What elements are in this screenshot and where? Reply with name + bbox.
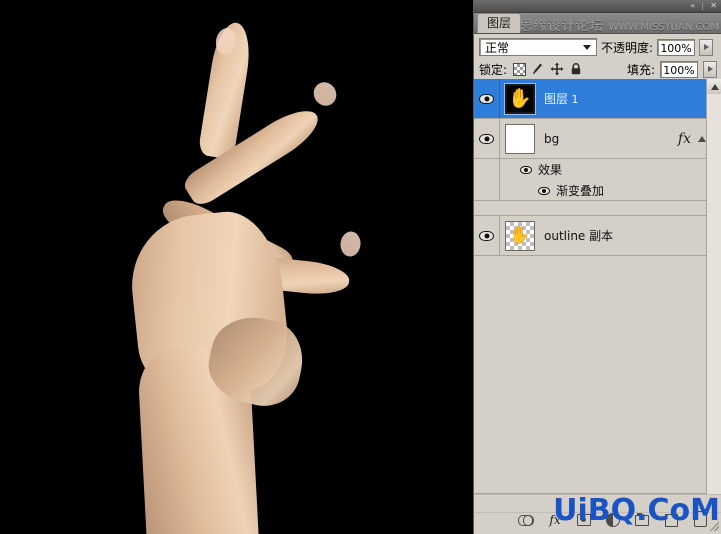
forum-watermark: 思缘设计论坛 WWW.MISSYUAN.COM [519, 15, 719, 34]
layer-visibility-toggle[interactable] [474, 216, 500, 255]
layer-name[interactable]: 图层 1 [544, 90, 579, 107]
lock-image-pixels-icon[interactable] [531, 62, 545, 76]
toolbar-icon-group: fx [518, 510, 708, 528]
layer-thumbnail[interactable]: ✋ [504, 82, 536, 115]
layer-visibility-toggle[interactable] [474, 79, 500, 118]
layer-effects-row[interactable]: 效果 [474, 159, 721, 180]
layer-list[interactable]: ✋ 图层 1 bg fx 效果 渐变叠加 ✋ outline 副本 [474, 79, 721, 494]
layers-panel-toolbar: fx UiBQ.CoM [474, 494, 721, 534]
opacity-input[interactable]: 100% [657, 38, 696, 56]
layer-thumbnail[interactable] [505, 123, 535, 154]
blend-mode-value: 正常 [485, 40, 510, 55]
eye-icon [479, 133, 494, 144]
blend-mode-select[interactable]: 正常 [479, 38, 597, 56]
layer-visibility-toggle[interactable] [474, 119, 500, 158]
eye-icon[interactable] [538, 186, 550, 195]
layer-name-text: bg [544, 131, 560, 146]
watermark-url-text: WWW.MISSYUAN.COM [608, 22, 719, 33]
tab-layers[interactable]: 图层 [477, 13, 522, 33]
chevron-down-icon [583, 45, 591, 50]
layer-row[interactable]: ✋ 图层 1 [474, 79, 721, 119]
scrollbar-track[interactable] [707, 94, 721, 494]
opacity-label: 不透明度: [601, 40, 654, 55]
scroll-up-arrow-icon[interactable] [707, 79, 721, 95]
fill-label: 填充: [626, 62, 655, 77]
window-control-divider [702, 2, 704, 10]
opacity-slider-button[interactable] [699, 38, 714, 56]
layer-effect-item-row[interactable]: 渐变叠加 [474, 180, 721, 201]
hand-photograph [60, 18, 405, 534]
layer-name-suffix: 1 [568, 93, 579, 106]
layer-list-scrollbar[interactable] [706, 79, 721, 494]
resize-grip-icon[interactable] [710, 522, 719, 531]
new-layer-icon[interactable] [663, 512, 679, 528]
watermark-chinese-text: 思缘设计论坛 [519, 19, 604, 34]
delete-layer-icon[interactable] [692, 510, 708, 528]
layer-name-text: 图层 [544, 92, 569, 106]
fx-icon[interactable]: fx [678, 131, 691, 147]
layer-row[interactable]: ✋ outline 副本 [474, 216, 721, 256]
lock-transparency-icon[interactable] [512, 62, 526, 76]
lock-all-icon[interactable] [569, 62, 583, 76]
effect-name-label: 渐变叠加 [556, 183, 605, 198]
hand-thumbnail-icon: ✋ [508, 87, 532, 110]
eye-icon [479, 93, 494, 104]
window-controls: « ✕ [690, 0, 717, 12]
layer-effects-indicator: fx [678, 119, 706, 158]
panel-titlebar: « ✕ [474, 0, 721, 13]
layer-name-text: outline 副本 [544, 229, 614, 243]
collapse-icon[interactable]: « [690, 1, 695, 11]
lock-position-icon[interactable] [550, 62, 564, 76]
effect-visibility-toggle[interactable] [474, 180, 500, 200]
lock-label: 锁定: [479, 62, 508, 77]
document-canvas[interactable] [0, 0, 473, 534]
effects-group-label: 效果 [538, 163, 563, 177]
new-adjustment-layer-icon[interactable] [605, 512, 621, 528]
layers-panel: « ✕ 图层 思缘设计论坛 WWW.MISSYUAN.COM 正常 不透明度: … [473, 0, 721, 534]
fill-slider-button[interactable] [703, 60, 717, 78]
layer-style-fx-icon[interactable]: fx [547, 512, 563, 528]
link-layers-icon[interactable] [518, 512, 534, 528]
layer-row[interactable]: bg fx [474, 119, 721, 159]
blend-mode-row: 正常 不透明度: 100% [474, 34, 721, 58]
add-layer-mask-icon[interactable] [576, 512, 592, 528]
panel-tab-strip: 图层 思缘设计论坛 WWW.MISSYUAN.COM [474, 13, 721, 34]
layer-name[interactable]: bg [544, 132, 559, 146]
close-icon[interactable]: ✕ [710, 1, 717, 11]
fill-input[interactable]: 100% [660, 60, 698, 78]
photoshop-window: « ✕ 图层 思缘设计论坛 WWW.MISSYUAN.COM 正常 不透明度: … [0, 0, 721, 534]
hand-thumbnail-icon: ✋ [509, 225, 531, 246]
new-group-icon[interactable] [634, 512, 650, 528]
effects-visibility-toggle[interactable] [474, 159, 500, 180]
layer-list-spacer [474, 201, 721, 216]
layer-name[interactable]: outline 副本 [544, 227, 613, 244]
lock-row: 锁定: 填充: 100% [474, 58, 721, 81]
chevron-up-icon[interactable] [698, 135, 706, 142]
layer-thumbnail[interactable]: ✋ [505, 220, 535, 251]
eye-icon [479, 230, 494, 241]
eye-icon[interactable] [520, 166, 532, 174]
